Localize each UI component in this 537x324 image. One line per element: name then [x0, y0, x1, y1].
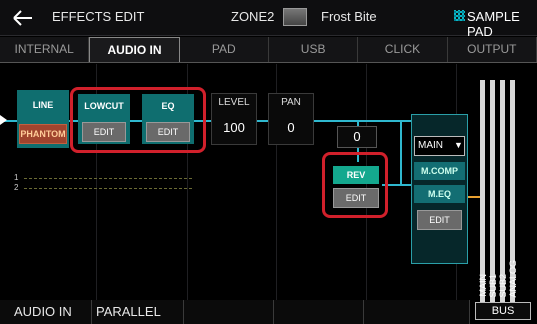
tab-output[interactable]: OUTPUT: [447, 37, 537, 62]
meq-block[interactable]: M.EQ: [414, 185, 465, 203]
meter-ch1-label: 1: [14, 173, 19, 182]
pan-label: PAN: [281, 97, 301, 108]
tab-click[interactable]: CLICK: [358, 37, 448, 62]
kit-name: Frost Bite: [321, 9, 377, 24]
audio-in-button[interactable]: AUDIO IN: [0, 300, 92, 324]
bus-label-analog: ANALOG: [508, 260, 518, 298]
dropdown-arrow-icon: ▼: [454, 140, 463, 150]
mcomp-block[interactable]: M.COMP: [414, 162, 465, 180]
bus-sub1: [490, 80, 495, 304]
empty-function-slot: [184, 300, 274, 324]
parallel-sw-button[interactable]: PARALLEL SW: [92, 300, 184, 324]
tab-audio-in[interactable]: AUDIO IN: [89, 37, 180, 62]
kit-image-icon: [283, 8, 307, 26]
tab-bar: INTERNAL AUDIO IN PAD USB CLICK OUTPUT: [0, 37, 537, 63]
bus-label-sub1: SUB1: [488, 274, 498, 298]
zone-label: ZONE2: [231, 9, 275, 24]
reverb-send-value[interactable]: 0: [337, 126, 377, 148]
back-button[interactable]: [6, 5, 38, 31]
tab-internal[interactable]: INTERNAL: [0, 37, 90, 62]
line-label: LINE: [32, 100, 54, 110]
arrow-left-icon: [13, 10, 32, 26]
master-edit-button[interactable]: EDIT: [417, 210, 462, 230]
return-wire-v: [400, 120, 402, 186]
meter-ch2-label: 2: [14, 183, 19, 192]
phantom-button[interactable]: PHANTOM: [19, 124, 67, 144]
sample-pad-label[interactable]: SAMPLE PAD: [467, 9, 537, 39]
sample-pad-grid-icon: [454, 10, 465, 21]
function-bar: AUDIO IN PARALLEL SW: [0, 300, 470, 324]
meter-ch2: [24, 188, 194, 189]
highlight-box: [322, 152, 388, 218]
tab-pad[interactable]: PAD: [179, 37, 269, 62]
meter-ch1: [24, 178, 194, 179]
input-arrow-icon: [0, 115, 7, 125]
bus-main: [480, 80, 485, 304]
bus-label-main: MAIN: [478, 274, 488, 297]
empty-function-slot: [274, 300, 364, 324]
level-label: LEVEL: [218, 97, 250, 108]
bus-button[interactable]: BUS: [475, 302, 531, 320]
bus-label-sub2: SUB2: [498, 274, 508, 298]
bus-sub2: [500, 80, 505, 304]
empty-function-slot: [364, 300, 470, 324]
level-value[interactable]: 100: [211, 120, 257, 135]
screen-title: EFFECTS EDIT: [52, 9, 145, 24]
tab-usb[interactable]: USB: [268, 37, 359, 62]
highlight-box: [70, 87, 206, 153]
pan-value[interactable]: 0: [268, 120, 314, 135]
